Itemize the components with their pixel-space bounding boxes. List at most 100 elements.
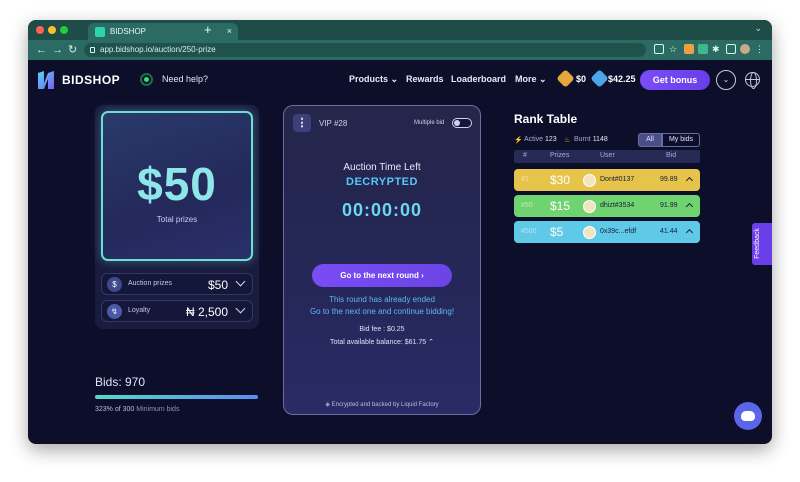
rank-position: #50: [521, 202, 533, 209]
multiple-bid-toggle[interactable]: [452, 118, 472, 128]
sidebar-icon[interactable]: [726, 44, 736, 54]
help-link[interactable]: Need help?: [162, 74, 208, 84]
logo-text[interactable]: BIDSHOP: [62, 73, 120, 87]
get-bonus-button[interactable]: Get bonus: [640, 70, 710, 90]
auction-prizes-label: Auction prizes: [128, 280, 172, 287]
active-stat: Active 123: [524, 136, 557, 143]
rank-table-title: Rank Table: [514, 112, 578, 126]
user-avatar: [583, 174, 596, 187]
menu-leaderboard[interactable]: Loaderboard: [451, 74, 506, 84]
user-avatar: [583, 226, 596, 239]
coin-balance[interactable]: $0: [576, 74, 586, 84]
menu-rewards[interactable]: Rewards: [406, 74, 444, 84]
back-button[interactable]: ←: [36, 42, 47, 58]
menu-products-label: Products: [349, 74, 389, 84]
tab-search-icon[interactable]: ⌄: [754, 23, 762, 34]
close-tab-icon[interactable]: ×: [227, 23, 232, 40]
rank-user[interactable]: 0x39c...efdf: [600, 228, 636, 235]
auction-countdown: 00:00:00: [341, 200, 423, 220]
feedback-tab[interactable]: Feedback: [752, 223, 772, 265]
bookmark-star-icon[interactable]: ☆: [669, 44, 679, 54]
available-balance[interactable]: Total available balance: $61.75 ⌃: [284, 338, 480, 346]
share-icon[interactable]: [654, 44, 664, 54]
loyalty-row[interactable]: ↯ Loyalty ₦ 2,500: [101, 300, 253, 322]
forward-button[interactable]: →: [52, 42, 63, 58]
puzzle-icon[interactable]: ✱: [712, 44, 722, 54]
maximize-window-button[interactable]: [60, 26, 68, 34]
metamask-icon[interactable]: [684, 44, 694, 54]
total-prize-amount: $50: [137, 158, 217, 210]
profile-avatar[interactable]: [740, 44, 750, 54]
filter-all-button[interactable]: All: [638, 133, 662, 147]
chevron-up-icon[interactable]: [685, 176, 694, 185]
extension-icon[interactable]: [698, 44, 708, 54]
url-text: app.bidshop.io/auction/250-prize: [100, 45, 216, 54]
bids-progress-value: 323% of 300: [95, 406, 135, 413]
chevron-up-icon[interactable]: [685, 228, 694, 237]
bids-progress-bar: [95, 395, 258, 399]
bids-progress-text: 323% of 300 Minimum bids: [95, 406, 179, 413]
chevron-down-icon: ⌄: [390, 74, 399, 84]
prize-card: $50 Total prizes $ Auction prizes $50 ↯ …: [95, 105, 259, 329]
chevron-down-icon: [235, 276, 246, 287]
menu-products[interactable]: Products ⌄: [349, 74, 398, 85]
rank-prize: $5: [550, 225, 564, 239]
minimize-window-button[interactable]: [48, 26, 56, 34]
rank-bid: 91.99: [660, 202, 678, 209]
user-avatar: [583, 200, 596, 213]
total-prize-label: Total prizes: [156, 215, 198, 224]
tab-title: BIDSHOP: [110, 27, 147, 36]
tab-bar: BIDSHOP × + ⌄: [28, 20, 772, 40]
chevron-down-icon: [235, 303, 246, 314]
new-tab-button[interactable]: +: [204, 23, 212, 37]
gem-icon: [590, 69, 609, 88]
auction-card: ⋮ VIP #28 Multiple bid Auction Time Left…: [283, 105, 481, 415]
rank-bid: 41.44: [660, 228, 678, 235]
bids-count: Bids: 970: [95, 375, 146, 389]
menu-more[interactable]: More ⌄: [515, 74, 547, 85]
browser-menu-icon[interactable]: ⋮: [755, 44, 765, 54]
filter-my-bids-button[interactable]: My bids: [662, 133, 700, 147]
next-round-button[interactable]: Go to the next round ›: [312, 264, 452, 287]
url-input[interactable]: app.bidshop.io/auction/250-prize: [84, 43, 646, 57]
rank-prize: $15: [550, 199, 571, 213]
active-label: Active: [524, 136, 544, 143]
account-menu-button[interactable]: ⌄: [716, 70, 736, 90]
vip-label: VIP #28: [319, 119, 348, 128]
address-bar: ← → ↻ app.bidshop.io/auction/250-prize ☆…: [28, 40, 772, 60]
auction-status: DECRYPTED: [346, 176, 418, 188]
loyalty-icon: ↯: [107, 304, 122, 319]
feedback-label: Feedback: [753, 228, 761, 259]
bid-fee: Bid fee : $0.25: [359, 326, 405, 333]
globe-icon[interactable]: [745, 72, 760, 89]
auction-prizes-row[interactable]: $ Auction prizes $50: [101, 273, 253, 295]
menu-more-label: More: [515, 74, 537, 84]
chevron-up-icon[interactable]: [685, 202, 694, 211]
discord-icon[interactable]: [734, 402, 762, 430]
rank-row[interactable]: #500 $5 0x39c...efdf 41.44: [514, 221, 700, 243]
col-user: User: [600, 152, 615, 159]
burnt-label: Burnt: [574, 136, 591, 143]
lock-icon: [90, 47, 95, 53]
browser-tab[interactable]: BIDSHOP ×: [88, 23, 238, 40]
active-icon: ⚡: [514, 137, 523, 144]
rank-user[interactable]: Dont#0137: [600, 176, 634, 183]
rank-row[interactable]: #1 $30 Dont#0137 99.89: [514, 169, 700, 191]
chevron-down-icon: ⌄: [539, 74, 547, 84]
browser-window: BIDSHOP × + ⌄ ← → ↻ app.bidshop.io/aucti…: [28, 20, 772, 444]
col-prizes: Prizes: [550, 152, 570, 159]
loyalty-value: ₦ 2,500: [185, 305, 228, 319]
rank-prize: $30: [550, 173, 571, 187]
coin-icon: [556, 69, 575, 88]
active-count: 123: [545, 136, 557, 143]
total-prizes-box: $50 Total prizes: [101, 111, 253, 261]
kebab-icon[interactable]: ⋮: [293, 114, 311, 132]
logo-icon[interactable]: [36, 69, 56, 91]
rank-user[interactable]: dhizt#3534: [600, 202, 634, 209]
close-window-button[interactable]: [36, 26, 44, 34]
rank-row[interactable]: #50 $15 dhizt#3534 91.99: [514, 195, 700, 217]
main-balance[interactable]: $42.25: [608, 74, 636, 84]
loyalty-label: Loyalty: [128, 307, 151, 314]
reload-button[interactable]: ↻: [68, 42, 77, 58]
site-header: BIDSHOP Need help? Products ⌄ Rewards Lo…: [28, 60, 772, 100]
